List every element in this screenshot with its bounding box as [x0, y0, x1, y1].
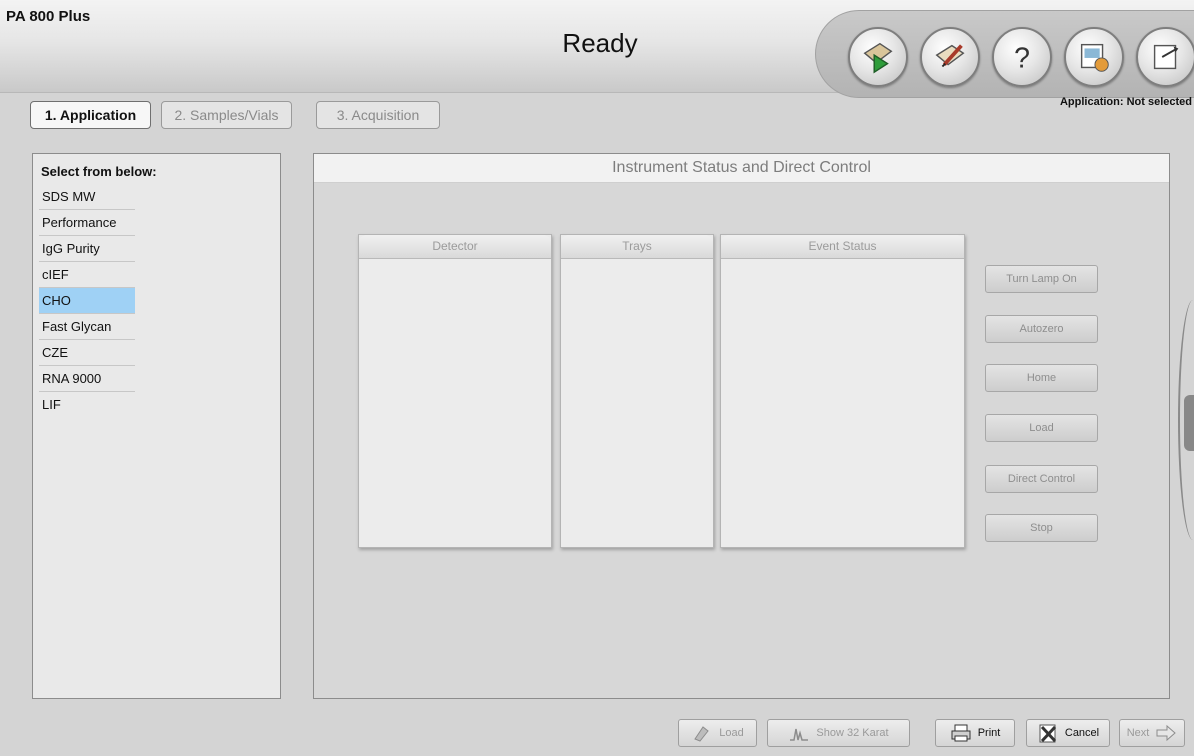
run-icon — [863, 42, 893, 74]
load-icon — [694, 726, 709, 742]
direct-control-button[interactable]: Direct Control — [985, 465, 1098, 493]
help-button[interactable]: ? — [992, 27, 1052, 87]
list-item-lif[interactable]: LIF — [39, 392, 135, 417]
edit-method-icon — [935, 44, 965, 68]
select-label: Select from below: — [41, 164, 157, 179]
trays-header: Trays — [561, 235, 713, 259]
next-button[interactable]: Next — [1119, 719, 1185, 747]
help-icon: ? — [1014, 42, 1030, 74]
arrow-right-icon — [1156, 724, 1177, 742]
list-item-igg-purity[interactable]: IgG Purity — [39, 236, 135, 262]
toolbar: ? — [815, 10, 1194, 98]
list-item-cho[interactable]: CHO — [39, 288, 135, 314]
turn-lamp-on-button[interactable]: Turn Lamp On — [985, 265, 1098, 293]
app-title: PA 800 Plus — [6, 8, 91, 25]
instrument-status-title: Ready — [562, 28, 638, 58]
chromatogram-icon — [790, 728, 809, 741]
autozero-button[interactable]: Autozero — [985, 315, 1098, 343]
show-32-karat-button[interactable]: Show 32 Karat — [767, 719, 910, 747]
print-button[interactable]: Print — [935, 719, 1015, 747]
run-button[interactable] — [848, 27, 908, 87]
stop-button[interactable]: Stop — [985, 514, 1098, 542]
list-item-cze[interactable]: CZE — [39, 340, 135, 366]
bottom-load-button[interactable]: Load — [678, 719, 757, 747]
trays-panel: Trays — [560, 234, 714, 548]
event-status-header: Event Status — [721, 235, 964, 259]
load-button[interactable]: Load — [985, 414, 1098, 442]
event-status-panel: Event Status — [720, 234, 965, 548]
cancel-label: Cancel — [1064, 727, 1100, 739]
list-item-cief[interactable]: cIEF — [39, 262, 135, 288]
exit-icon — [1153, 44, 1179, 70]
printer-icon — [951, 724, 971, 742]
application-status: Application: Not selected — [1059, 96, 1192, 108]
list-item-performance[interactable]: Performance — [39, 210, 135, 236]
next-label: Next — [1126, 727, 1150, 739]
side-drawer-handle[interactable] — [1184, 395, 1194, 451]
cancel-icon — [1039, 724, 1056, 743]
gallery-icon — [1080, 43, 1109, 72]
show-32-karat-label: Show 32 Karat — [816, 727, 889, 739]
cancel-button[interactable]: Cancel — [1026, 719, 1110, 747]
panel-title: Instrument Status and Direct Control — [314, 154, 1169, 183]
tab-samples-vials[interactable]: 2. Samples/Vials — [161, 101, 292, 129]
print-label: Print — [977, 727, 1001, 739]
application-list-panel: Select from below: SDS MW Performance Ig… — [32, 153, 281, 699]
detector-panel: Detector — [358, 234, 552, 548]
gallery-button[interactable] — [1064, 27, 1124, 87]
instrument-status-panel: Instrument Status and Direct Control Det… — [313, 153, 1170, 699]
tab-acquisition[interactable]: 3. Acquisition — [316, 101, 440, 129]
exit-button[interactable] — [1136, 27, 1194, 87]
tab-application[interactable]: 1. Application — [30, 101, 151, 129]
edit-method-button[interactable] — [920, 27, 980, 87]
bottom-load-label: Load — [719, 727, 744, 739]
list-item-sds-mw[interactable]: SDS MW — [39, 184, 135, 210]
list-item-fast-glycan[interactable]: Fast Glycan — [39, 314, 135, 340]
svg-text:?: ? — [1014, 42, 1030, 74]
list-item-rna-9000[interactable]: RNA 9000 — [39, 366, 135, 392]
home-button[interactable]: Home — [985, 364, 1098, 392]
header-bar: PA 800 Plus Ready ? — [0, 0, 1194, 98]
application-list: SDS MW Performance IgG Purity cIEF CHO F… — [39, 184, 135, 417]
detector-header: Detector — [359, 235, 551, 259]
